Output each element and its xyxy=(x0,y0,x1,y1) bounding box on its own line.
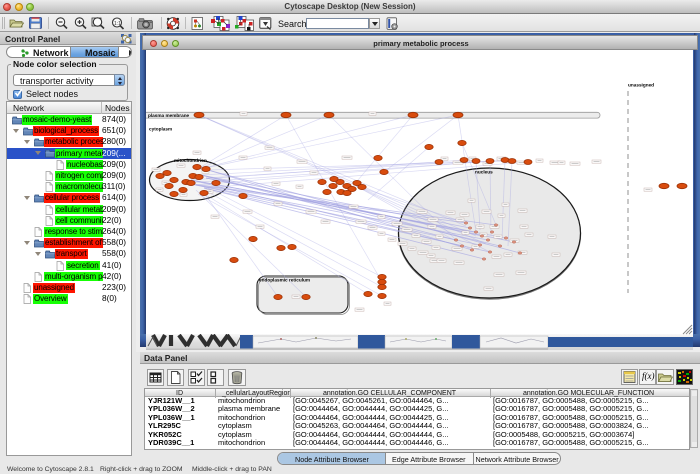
svg-text:unassigned: unassigned xyxy=(628,83,654,88)
svg-text:1:1: 1:1 xyxy=(114,21,121,27)
svg-text:plasma membrane: plasma membrane xyxy=(148,113,190,118)
svg-text:mitochondrion: mitochondrion xyxy=(174,158,207,163)
svg-text:nucleus: nucleus xyxy=(475,170,493,175)
svg-text:endoplasmic reticulum: endoplasmic reticulum xyxy=(259,278,310,283)
svg-text:cytoplasm: cytoplasm xyxy=(149,127,172,132)
